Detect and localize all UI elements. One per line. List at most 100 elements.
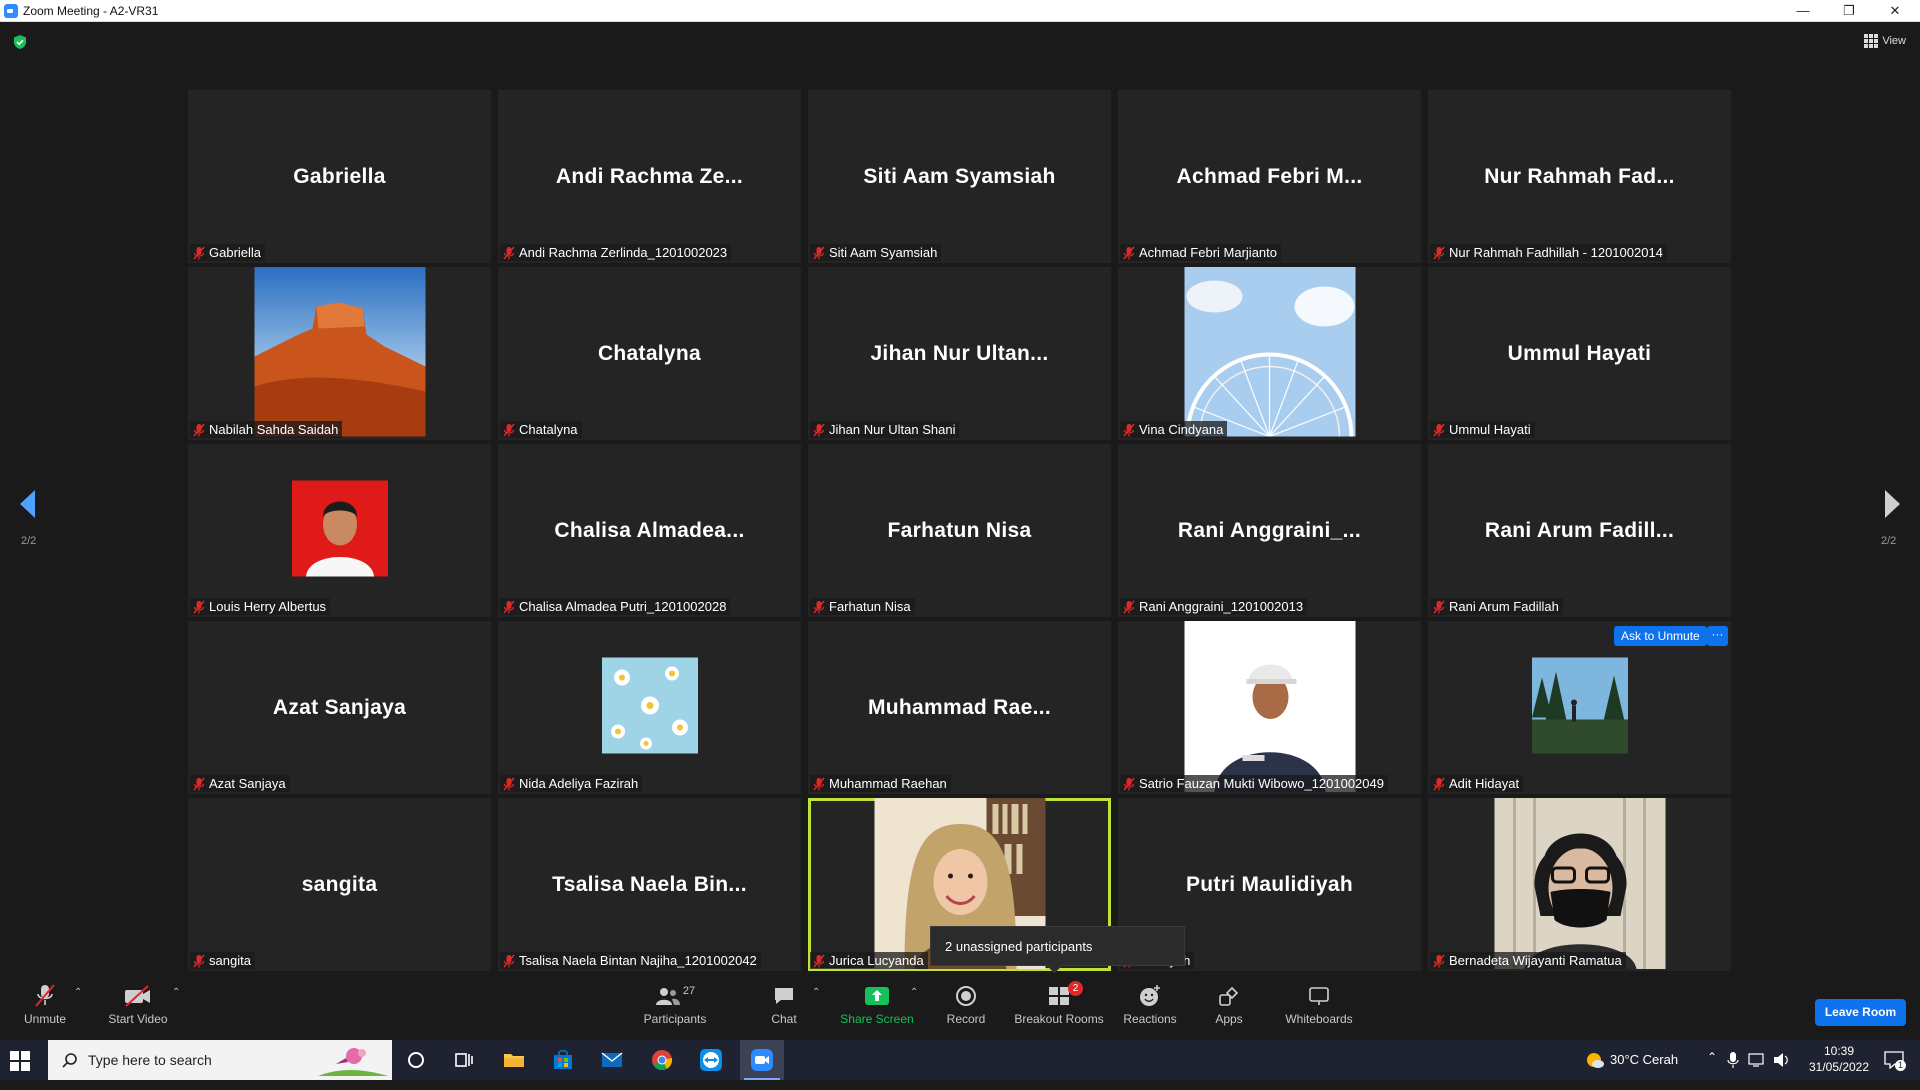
muted-mic-icon	[813, 246, 825, 260]
view-button[interactable]: View	[1864, 34, 1906, 48]
participant-tile[interactable]: Vina Cindyana	[1118, 267, 1421, 440]
network-icon[interactable]	[1748, 1052, 1766, 1068]
prev-page-arrow-icon[interactable]	[20, 490, 36, 518]
muted-mic-icon	[1123, 423, 1135, 437]
start-video-button[interactable]: Start Video	[106, 983, 170, 1026]
teamviewer-icon[interactable]	[699, 1048, 723, 1072]
file-explorer-icon[interactable]	[502, 1048, 526, 1072]
clock[interactable]: 10:39 31/05/2022	[1806, 1040, 1872, 1080]
participant-name: Nida Adeliya Fazirah	[519, 776, 639, 791]
notifications-button[interactable]: 1	[1880, 1040, 1910, 1080]
participant-name-label: Chalisa Almadea Putri_1201002028	[500, 598, 731, 615]
whiteboards-button[interactable]: Whiteboards	[1284, 983, 1354, 1026]
audio-options-chevron-icon[interactable]: ⌃	[74, 987, 82, 998]
muted-mic-icon	[1433, 246, 1445, 260]
participant-tile[interactable]: Chatalyna Chatalyna	[498, 267, 801, 440]
participant-tile[interactable]: Bernadeta Wijayanti Ramatua	[1428, 798, 1731, 971]
participant-name-label: Louis Herry Albertus	[190, 598, 331, 615]
participant-tile[interactable]: Gabriella Gabriella	[188, 90, 491, 263]
muted-mic-icon	[35, 984, 55, 1007]
participant-name-label: Rani Anggraini_1201002013	[1120, 598, 1308, 615]
participant-name: Nur Rahmah Fadhillah - 1201002014	[1449, 245, 1663, 260]
chat-label: Chat	[771, 1012, 797, 1026]
participant-photo	[254, 267, 425, 440]
participant-tile[interactable]: Nabilah Sahda Saidah	[188, 267, 491, 440]
minimize-button[interactable]: —	[1780, 0, 1826, 22]
participants-button[interactable]: 27 Participants	[640, 983, 710, 1026]
microsoft-store-icon[interactable]	[551, 1048, 575, 1072]
share-options-chevron-icon[interactable]: ⌃	[910, 987, 918, 998]
muted-mic-icon	[813, 954, 825, 968]
participant-name-label: Rani Arum Fadillah	[1430, 598, 1563, 615]
zoom-taskbar-item[interactable]	[740, 1040, 784, 1080]
participant-tile[interactable]: Tsalisa Naela Bin... Tsalisa Naela Bintan…	[498, 798, 801, 971]
encryption-shield-icon[interactable]	[12, 34, 28, 50]
participant-tile[interactable]: Nida Adeliya Fazirah	[498, 621, 801, 794]
close-button[interactable]: ✕	[1872, 0, 1918, 22]
chrome-icon[interactable]	[650, 1048, 674, 1072]
participant-display-name: Putri Maulidiyah	[1186, 872, 1353, 896]
participant-name-label: Bernadeta Wijayanti Ramatua	[1430, 952, 1626, 969]
participant-name-label: Ummul Hayati	[1430, 421, 1535, 438]
video-options-chevron-icon[interactable]: ⌃	[172, 987, 180, 998]
maximize-button[interactable]: ❐	[1826, 0, 1872, 22]
clock-time: 10:39	[1823, 1044, 1855, 1058]
participant-tile[interactable]: Andi Rachma Ze... Andi Rachma Zerlinda_12…	[498, 90, 801, 263]
participant-tile[interactable]: Louis Herry Albertus	[188, 444, 491, 617]
muted-mic-icon	[503, 246, 515, 260]
ask-to-unmute-button[interactable]: Ask to Unmute	[1614, 626, 1707, 646]
chat-button[interactable]: Chat	[766, 983, 802, 1026]
unmute-label: Unmute	[23, 1012, 67, 1026]
participant-tile[interactable]: Azat Sanjaya Azat Sanjaya	[188, 621, 491, 794]
participant-tile[interactable]: sangita sangita	[188, 798, 491, 971]
participant-display-name: Nur Rahmah Fad...	[1484, 164, 1675, 188]
record-label: Record	[946, 1012, 986, 1026]
leave-room-button[interactable]: Leave Room	[1815, 999, 1906, 1026]
task-view-icon[interactable]	[452, 1048, 476, 1072]
taskbar-search-box[interactable]: Type here to search	[48, 1040, 392, 1080]
share-screen-button[interactable]: Share Screen	[839, 983, 915, 1026]
record-button[interactable]: Record	[944, 983, 988, 1026]
share-screen-label: Share Screen	[840, 1012, 914, 1026]
cortana-icon[interactable]	[404, 1048, 428, 1072]
participant-name-label: Jurica Lucyanda	[810, 952, 928, 969]
participant-tile[interactable]: Rani Anggraini_... Rani Anggraini_1201002…	[1118, 444, 1421, 617]
share-screen-icon	[865, 987, 889, 1005]
participant-tile[interactable]: Adit Hidayat	[1428, 621, 1731, 794]
clock-date: 31/05/2022	[1808, 1060, 1870, 1074]
windows-taskbar: Type here to search 30°C Cerah ⌃ 10:39 3…	[0, 1040, 1920, 1080]
reactions-button[interactable]: Reactions	[1122, 983, 1178, 1026]
participant-display-name: Chalisa Almadea...	[554, 518, 745, 542]
participant-tile[interactable]: Rani Arum Fadill... Rani Arum Fadillah	[1428, 444, 1731, 617]
chat-options-chevron-icon[interactable]: ⌃	[812, 987, 820, 998]
windows-start-icon[interactable]	[10, 1051, 30, 1071]
participant-name: Vina Cindyana	[1139, 422, 1224, 437]
participant-tile[interactable]: Chalisa Almadea... Chalisa Almadea Putri_…	[498, 444, 801, 617]
apps-button[interactable]: Apps	[1213, 983, 1245, 1026]
mail-icon[interactable]	[600, 1048, 624, 1072]
participant-tile[interactable]: Farhatun Nisa Farhatun Nisa	[808, 444, 1111, 617]
participant-name-label: Nida Adeliya Fazirah	[500, 775, 643, 792]
volume-icon[interactable]	[1773, 1052, 1791, 1068]
participant-tile[interactable]: Siti Aam Syamsiah Siti Aam Syamsiah	[808, 90, 1111, 263]
participant-tile[interactable]: Ummul Hayati Ummul Hayati	[1428, 267, 1731, 440]
breakout-rooms-button[interactable]: 2 Breakout Rooms	[1013, 981, 1105, 1026]
participant-tile[interactable]: Satrio Fauzan Mukti Wibowo_1201002049	[1118, 621, 1421, 794]
next-page-arrow-icon[interactable]	[1884, 490, 1900, 518]
unmute-button[interactable]: Unmute	[22, 983, 68, 1026]
participant-tile[interactable]: Jihan Nur Ultan... Jihan Nur Ultan Shani	[808, 267, 1111, 440]
participant-name-label: Nur Rahmah Fadhillah - 1201002014	[1430, 244, 1667, 261]
participant-name-label: Satrio Fauzan Mukti Wibowo_1201002049	[1120, 775, 1388, 792]
breakout-rooms-label: Breakout Rooms	[1014, 1012, 1104, 1026]
participant-name: Achmad Febri Marjianto	[1139, 245, 1277, 260]
microphone-tray-icon[interactable]	[1727, 1052, 1739, 1068]
participant-tile[interactable]: Muhammad Rae... Muhammad Raehan	[808, 621, 1111, 794]
participant-tile[interactable]: Achmad Febri M... Achmad Febri Marjianto	[1118, 90, 1421, 263]
participant-name-label: Muhammad Raehan	[810, 775, 951, 792]
more-options-button[interactable]: ···	[1707, 626, 1728, 646]
zoom-icon	[751, 1049, 773, 1071]
participant-name-label: sangita	[190, 952, 255, 969]
participant-tile[interactable]: Nur Rahmah Fad... Nur Rahmah Fadhillah - …	[1428, 90, 1731, 263]
participant-display-name: Ummul Hayati	[1507, 341, 1652, 365]
show-hidden-icons-chevron-icon[interactable]: ⌃	[1707, 1050, 1717, 1090]
